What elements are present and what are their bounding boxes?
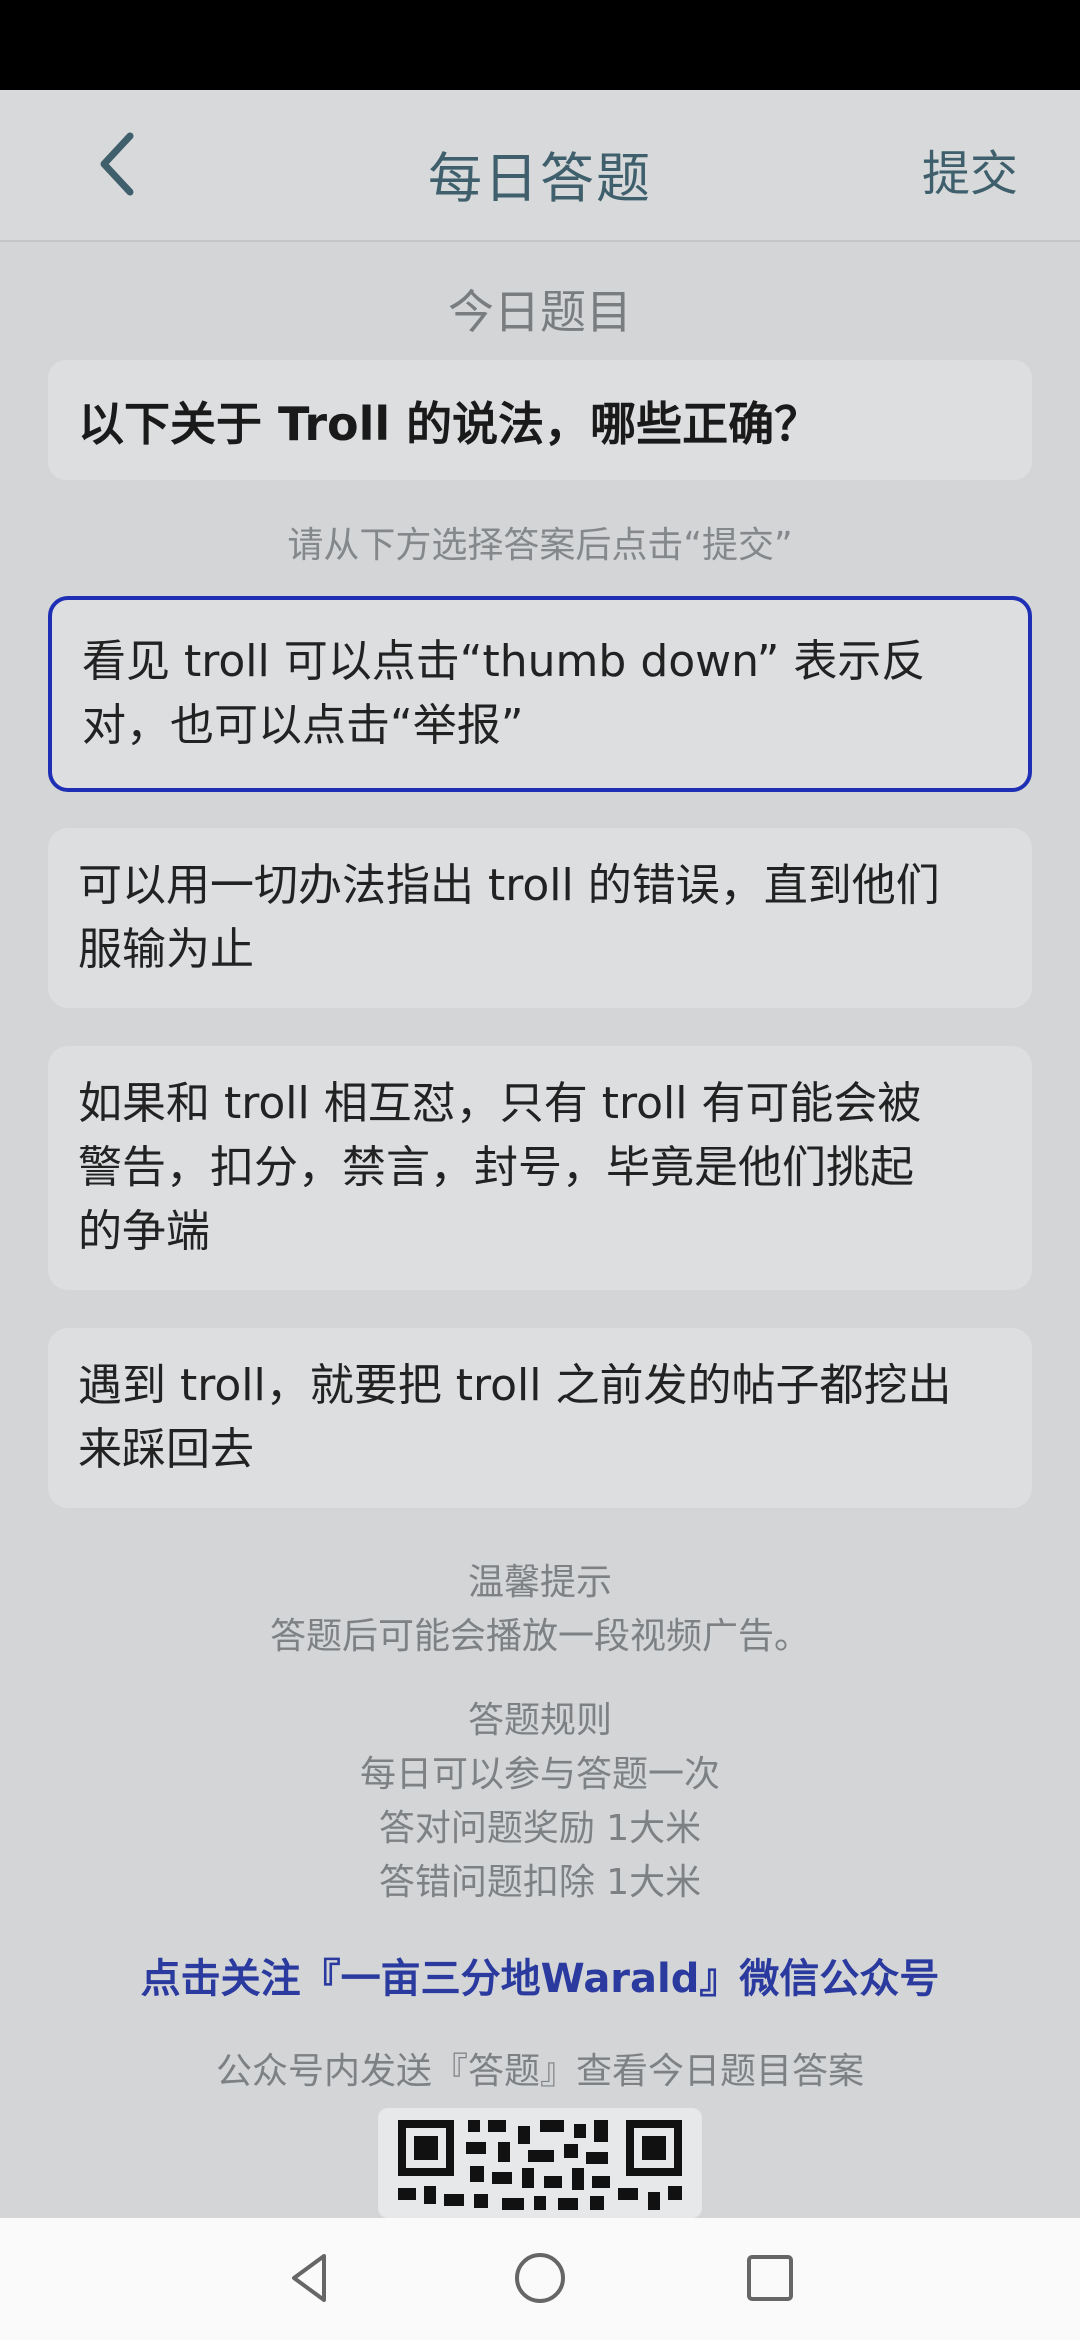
recents-square-icon [747, 2255, 793, 2301]
option-line: 的争端 [78, 1206, 210, 1257]
tips-title: 温馨提示 [467, 1562, 612, 1603]
option-line: 警告，扣分，禁言，封号，毕竟是他们挑起 [78, 1142, 914, 1193]
nav-home-button[interactable] [510, 2248, 570, 2308]
instruction-text: 请从下方选择答案后点击“提交” [287, 525, 793, 566]
option-line: 可以用一切办法指出 troll 的错误，直到他们 [78, 860, 940, 911]
qr-code [378, 2108, 702, 2218]
option-line: 看见 troll 可以点击“thumb down” 表示反 [82, 636, 926, 687]
rules-section: 答题规则 每日可以参与答题一次 答对问题奖励 1大米 答错问题扣除 1大米 [0, 1694, 1080, 1910]
option-line: 来踩回去 [78, 1424, 254, 1475]
answer-option-1[interactable]: 看见 troll 可以点击“thumb down” 表示反 对，也可以点击“举报… [48, 596, 1032, 792]
option-line: 遇到 troll，就要把 troll 之前发的帖子都挖出 [78, 1360, 952, 1411]
follow-wechat-link[interactable]: 点击关注『一亩三分地Warald』微信公众号 [0, 1946, 1080, 2004]
home-circle-icon [515, 2253, 565, 2303]
rules-item: 答错问题扣除 1大米 [378, 1862, 702, 1903]
option-line: 服输为止 [78, 924, 254, 975]
answer-option-4[interactable]: 遇到 troll，就要把 troll 之前发的帖子都挖出 来踩回去 [48, 1328, 1032, 1508]
answer-option-3[interactable]: 如果和 troll 相互怼，只有 troll 有可能会被 警告，扣分，禁言，封号… [48, 1046, 1032, 1290]
rules-title: 答题规则 [467, 1700, 612, 1741]
nav-back-button[interactable] [280, 2248, 340, 2308]
answer-option-2[interactable]: 可以用一切办法指出 troll 的错误，直到他们 服输为止 [48, 828, 1032, 1008]
nav-recents-button[interactable] [740, 2248, 800, 2308]
app-header: 每日答题 提交 [0, 90, 1080, 242]
submit-button[interactable]: 提交 [922, 134, 1018, 204]
system-nav-bar [0, 2218, 1080, 2340]
back-triangle-icon [292, 2254, 326, 2302]
send-hint-text: 公众号内发送『答题』查看今日题目答案 [215, 2051, 864, 2092]
question-card: 以下关于 Troll 的说法，哪些正确？ [48, 360, 1032, 480]
status-bar [0, 0, 1080, 90]
section-label: 今日题目 [448, 285, 632, 339]
tips-section: 温馨提示 答题后可能会播放一段视频广告。 [0, 1556, 1080, 1664]
rules-item: 每日可以参与答题一次 [359, 1754, 720, 1795]
rules-item: 答对问题奖励 1大米 [378, 1808, 702, 1849]
tips-text: 答题后可能会播放一段视频广告。 [269, 1616, 810, 1657]
question-text: 以下关于 Troll 的说法，哪些正确？ [78, 397, 821, 451]
page-title: 每日答题 [428, 147, 652, 210]
option-line: 如果和 troll 相互怼，只有 troll 有可能会被 [78, 1078, 922, 1129]
option-line: 对，也可以点击“举报” [82, 700, 524, 751]
